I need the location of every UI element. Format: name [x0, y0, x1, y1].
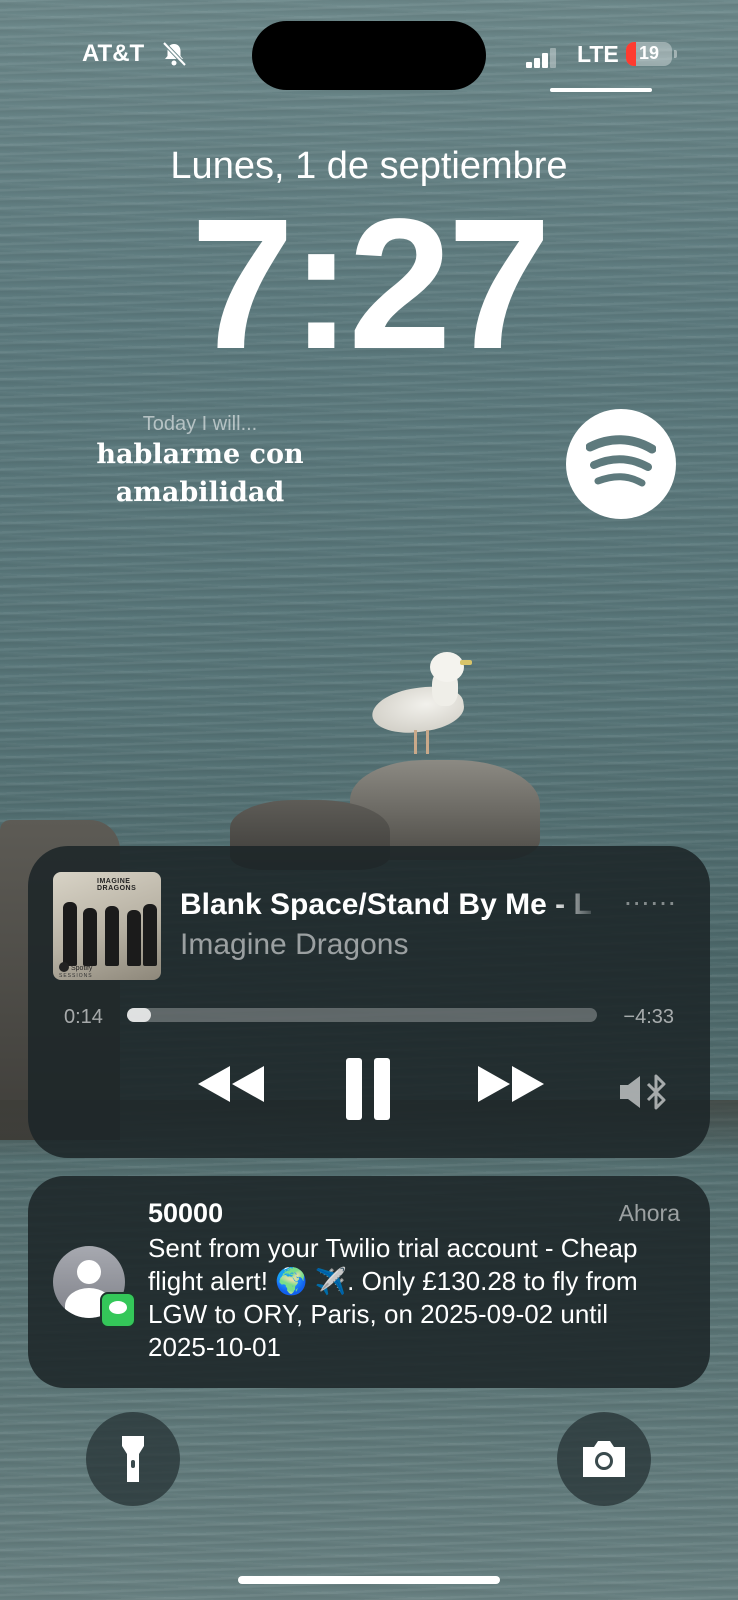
album-art-figure [83, 908, 97, 966]
album-art[interactable]: IMAGINE DRAGONS Spotify SESSIONS [53, 872, 161, 980]
flashlight-icon [122, 1436, 144, 1482]
lock-screen: AT&T LTE 19 Lunes, 1 de septiembre 7:27 … [0, 0, 738, 1600]
album-art-figure [127, 910, 141, 966]
notification-body: Sent from your Twilio trial account - Ch… [148, 1233, 638, 1362]
now-playing-widget[interactable]: IMAGINE DRAGONS Spotify SESSIONS Blank S… [28, 846, 710, 1158]
seagull-leg [426, 730, 429, 754]
battery-percent: 19 [638, 43, 660, 63]
seagull-head [430, 652, 464, 682]
control-center-indicator[interactable] [550, 88, 652, 92]
carrier-label: AT&T [82, 40, 145, 67]
album-art-figure [105, 906, 119, 966]
song-title: Blank Space/Stand By Me - L [180, 888, 592, 921]
album-art-figure [143, 904, 157, 966]
bell-slash-icon [162, 41, 187, 67]
cell-signal-icon [526, 48, 558, 68]
flashlight-button[interactable] [86, 1412, 180, 1506]
audio-waveform: ...... [624, 880, 677, 911]
battery-tip [674, 50, 677, 58]
widget-text: hablarme con amabilidad [96, 439, 304, 508]
dynamic-island [252, 21, 486, 90]
pause-button[interactable] [344, 1058, 394, 1120]
album-art-text: IMAGINE DRAGONS [97, 878, 137, 892]
notification-time: Ahora [618, 1200, 680, 1226]
intention-widget[interactable]: Today I will... hablarme con amabilidad [90, 413, 310, 512]
remaining-time: −4:33 [623, 1006, 674, 1028]
network-type: LTE [577, 41, 619, 67]
fast-forward-button[interactable] [476, 1064, 546, 1104]
album-art-label: Spotify [71, 965, 93, 972]
speaker-bluetooth-icon[interactable] [618, 1072, 674, 1112]
avatar-head [77, 1260, 101, 1284]
artist-name: Imagine Dragons [180, 928, 409, 961]
camera-icon [583, 1441, 625, 1477]
elapsed-time: 0:14 [64, 1006, 103, 1028]
lock-time: 7:27 [190, 181, 551, 388]
seagull-leg [414, 730, 417, 754]
messages-app-icon [100, 1292, 136, 1328]
message-notification[interactable]: 50000 Ahora Sent from your Twilio trial … [28, 1176, 710, 1388]
progress-fill [127, 1008, 151, 1022]
rewind-button[interactable] [196, 1064, 266, 1104]
widget-caption: Today I will... [142, 413, 258, 435]
notification-sender: 50000 [148, 1198, 224, 1228]
album-spotify-logo [59, 962, 69, 972]
album-art-figure [63, 902, 77, 966]
battery-icon: 19 [626, 42, 672, 66]
seagull-beak [460, 660, 472, 665]
spotify-icon [586, 435, 656, 487]
camera-button[interactable] [557, 1412, 651, 1506]
album-art-sessions: SESSIONS [59, 973, 93, 979]
spotify-widget[interactable] [566, 409, 676, 519]
home-indicator[interactable] [238, 1576, 500, 1584]
progress-scrubber[interactable] [127, 1008, 597, 1022]
